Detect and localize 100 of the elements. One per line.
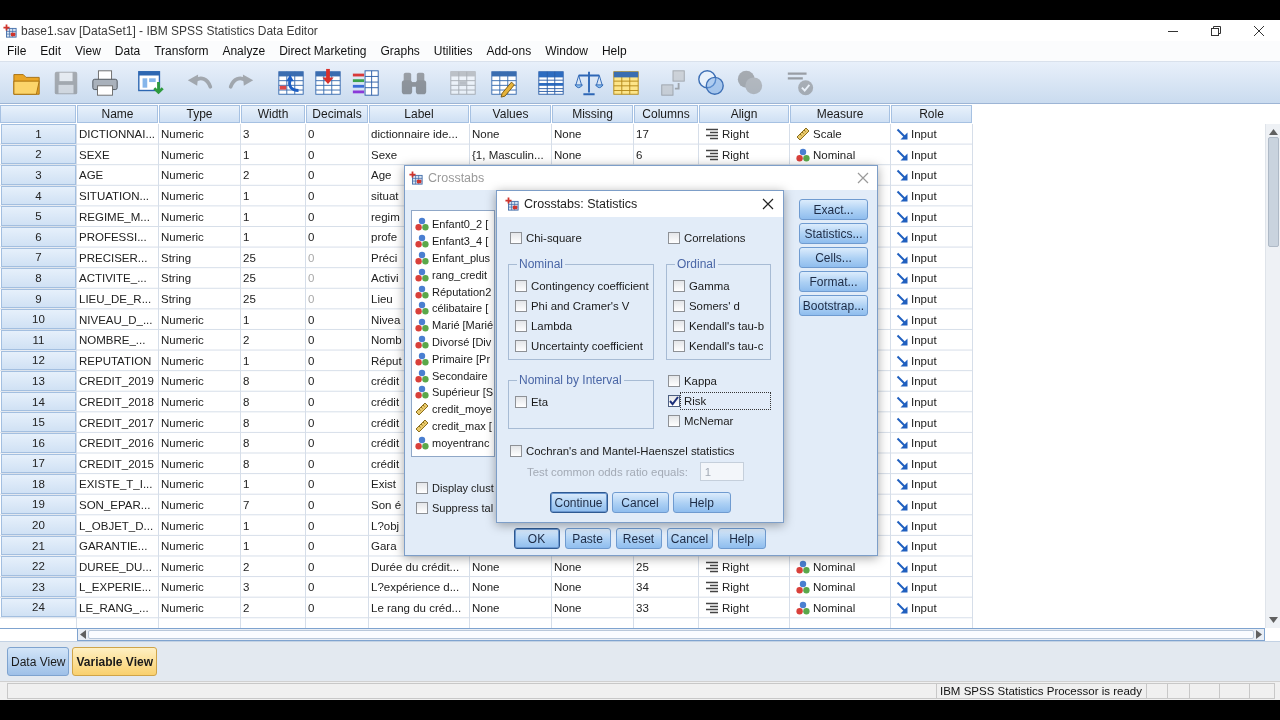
checkbox[interactable] — [668, 232, 680, 244]
scroll-left-icon[interactable] — [80, 630, 86, 639]
checkbox[interactable] — [668, 415, 680, 427]
dialog-button[interactable]: Statistics... — [799, 223, 868, 244]
menu-item[interactable]: Data — [107, 42, 148, 60]
checkbox-label[interactable]: Kappa — [680, 372, 719, 390]
circles-icon[interactable] — [696, 67, 726, 98]
checkbox[interactable] — [416, 502, 428, 514]
printer-icon[interactable] — [90, 67, 120, 98]
checkbox[interactable] — [515, 280, 527, 292]
cell-text: Input — [911, 231, 937, 244]
variable-item[interactable]: Primaire [Pr — [412, 350, 491, 368]
scroll-up-icon[interactable] — [1268, 129, 1278, 135]
checkbox[interactable] — [673, 280, 685, 292]
checkbox[interactable] — [510, 445, 522, 457]
dialog-button[interactable]: Help — [672, 492, 731, 513]
checkbox[interactable] — [515, 340, 527, 352]
variable-item[interactable]: Secondaire — [412, 367, 488, 384]
variable-item[interactable]: Supérieur [S — [412, 383, 494, 401]
checkbox[interactable] — [510, 232, 522, 244]
cell-text: 0 — [308, 396, 315, 408]
menu-item[interactable]: Add-ons — [479, 42, 539, 60]
cell-text: REGIME_M... — [79, 210, 150, 223]
variable-item[interactable]: rang_credit — [412, 266, 488, 284]
checkbox[interactable] — [673, 340, 685, 352]
checkbox-label[interactable]: Suppress tal — [428, 499, 496, 517]
dialog-button[interactable]: Cancel — [611, 492, 669, 513]
scroll-thumb[interactable] — [88, 630, 1254, 639]
checkbox-label[interactable]: Gamma — [685, 277, 732, 295]
menu-item[interactable]: Direct Marketing — [272, 42, 374, 60]
variable-item[interactable]: Enfant_plus — [412, 249, 491, 267]
cell-text: Nomb — [371, 334, 402, 347]
menu-item[interactable]: View — [68, 42, 108, 60]
checkbox[interactable] — [515, 396, 527, 408]
dialog-button[interactable]: Cancel — [666, 528, 713, 549]
checkbox-label[interactable]: Chi-square — [522, 229, 584, 247]
checkbox-label[interactable]: Cochran's and Mantel-Haenszel statistics — [522, 442, 737, 460]
variable-item[interactable]: Marié [Marié — [412, 316, 494, 334]
dialog-button[interactable]: Bootstrap... — [799, 295, 868, 316]
variable-item[interactable]: Enfant0_2 [ — [412, 216, 489, 233]
checkbox[interactable] — [673, 320, 685, 332]
menu-item[interactable]: Analyze — [215, 42, 273, 60]
variable-item[interactable]: Réputation2 — [412, 283, 492, 300]
status-message: IBM SPSS Statistics Processor is ready — [937, 683, 1147, 699]
dialog-button[interactable]: Continue — [549, 492, 608, 513]
row-number: 17 — [1, 453, 76, 474]
checkbox[interactable] — [515, 320, 527, 332]
checkbox-label[interactable]: Kendall's tau-c — [685, 337, 766, 355]
checkbox-label[interactable]: Somers' d — [685, 297, 742, 315]
checkbox[interactable] — [515, 300, 527, 312]
variable-item[interactable]: credit_moye — [412, 400, 492, 418]
cell-text: Numeric — [161, 416, 204, 429]
column-header: Align — [699, 105, 789, 123]
menu-item[interactable]: Graphs — [373, 42, 427, 60]
dialog-button[interactable]: Format... — [799, 271, 868, 292]
checkbox-label[interactable]: Risk — [680, 392, 771, 410]
bar-list-icon[interactable] — [351, 67, 381, 98]
menu-item[interactable]: File — [0, 42, 34, 60]
menu-item[interactable]: Window — [538, 42, 595, 60]
cell-text: {1, Masculin... — [472, 148, 544, 161]
checkbox-label[interactable]: Eta — [527, 393, 551, 411]
scroll-thumb[interactable] — [1267, 137, 1279, 247]
menu-item[interactable]: Transform — [147, 42, 216, 60]
dialog-button[interactable]: Exact... — [799, 199, 868, 220]
scroll-down-icon[interactable] — [1268, 617, 1278, 623]
checkbox-label[interactable]: Display clust — [428, 479, 496, 497]
variable-item[interactable]: Enfant3_4 [ — [412, 232, 489, 250]
checkbox[interactable] — [668, 375, 680, 387]
variable-item[interactable]: célibataire [ — [412, 300, 489, 317]
checkbox-label[interactable]: McNemar — [680, 412, 736, 430]
checkbox-label[interactable]: Phi and Cramer's V — [527, 297, 632, 315]
checkbox-label[interactable]: Uncertainty coefficient — [527, 337, 645, 355]
dialog-button[interactable]: OK — [513, 528, 560, 549]
view-tab[interactable]: Data View — [7, 647, 70, 676]
checkbox[interactable] — [668, 395, 680, 407]
menu-item[interactable]: Help — [594, 42, 634, 60]
scroll-right-icon[interactable] — [1256, 630, 1262, 639]
dialog-button[interactable]: Help — [717, 528, 766, 549]
checkbox-label[interactable]: Lambda — [527, 317, 575, 335]
dialog-button[interactable]: Paste — [564, 528, 611, 549]
variable-item[interactable]: credit_max [ — [412, 417, 492, 435]
table-down-arrow-icon[interactable] — [313, 67, 343, 98]
view-tab[interactable]: Variable View — [72, 647, 157, 676]
checkbox-label[interactable]: Contingency coefficient — [527, 277, 651, 295]
checkbox-label[interactable]: Kendall's tau-b — [685, 317, 766, 335]
diagonal-arrow-icon — [896, 354, 908, 367]
dialog-button[interactable]: Reset — [615, 528, 662, 549]
checkbox[interactable] — [416, 482, 428, 494]
variable-item[interactable]: Divorsé [Div — [412, 333, 492, 351]
dialog-button[interactable]: Cells... — [799, 247, 868, 268]
menu-item[interactable]: Edit — [33, 42, 69, 60]
menu-item[interactable]: Utilities — [426, 42, 480, 60]
variable-item[interactable]: moyentranc — [412, 434, 490, 452]
cell-text: L?expérience d... — [371, 581, 460, 594]
checkbox[interactable] — [673, 300, 685, 312]
cell-text: PRECISER... — [79, 251, 148, 264]
variable-list[interactable]: Enfant0_2 [ Enfant3_4 [ Enfant_plus rang_credit Réputation2 célibataire [ Marié [Marié Divorsé [Div Primaire [Pr Secondaire Supérieur [S credit_moye credit_max [ moyentranc — [411, 210, 495, 457]
ruler-icon — [415, 418, 429, 433]
row-number: 18 — [1, 474, 76, 494]
checkbox-label[interactable]: Correlations — [680, 229, 748, 247]
